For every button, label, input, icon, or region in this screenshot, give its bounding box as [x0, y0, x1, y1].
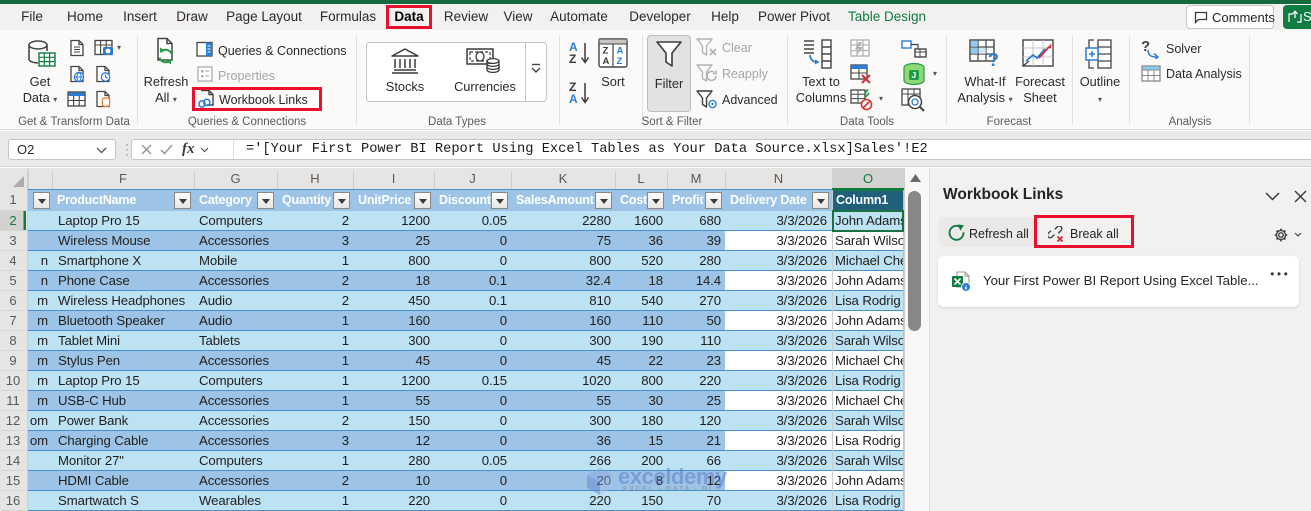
svg-text:?: ?: [988, 50, 999, 69]
svg-text:J: J: [912, 70, 917, 80]
